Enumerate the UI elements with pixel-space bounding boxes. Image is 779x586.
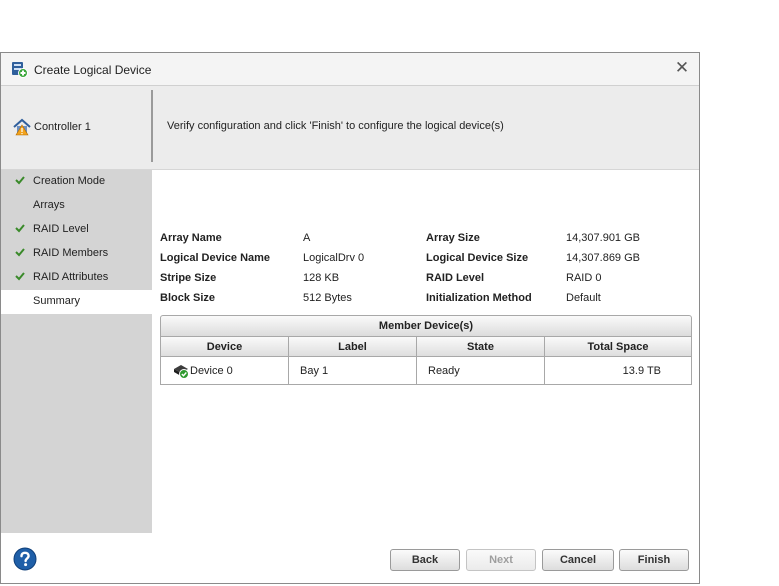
- prop-label-array-size: Array Size: [426, 232, 480, 244]
- column-header-device[interactable]: Device: [160, 337, 289, 357]
- prop-label-logical-device-name: Logical Device Name: [160, 252, 271, 264]
- prop-value-raid-level: RAID 0: [566, 272, 602, 284]
- drive-ready-icon: [174, 365, 189, 379]
- prop-value-array-size: 14,307.901 GB: [566, 232, 641, 244]
- prop-value-array-name: A: [303, 232, 311, 244]
- member-devices-title: Member Device(s): [160, 315, 692, 337]
- nav-step-label: RAID Attributes: [33, 271, 109, 283]
- nav-step-summary[interactable]: Summary: [1, 290, 152, 314]
- prop-value-block-size: 512 Bytes: [303, 292, 352, 304]
- finish-button[interactable]: Finish: [619, 549, 689, 571]
- check-icon: [15, 248, 25, 257]
- controller-label: Controller 1: [34, 121, 91, 133]
- help-icon[interactable]: [13, 547, 37, 571]
- prop-label-logical-device-size: Logical Device Size: [426, 252, 529, 264]
- nav-step-raid-members[interactable]: RAID Members: [1, 242, 152, 266]
- cancel-button[interactable]: Cancel: [542, 549, 614, 571]
- instruction-text: Verify configuration and click 'Finish' …: [167, 120, 504, 132]
- next-button[interactable]: Next: [466, 549, 536, 571]
- cell-state: Ready: [416, 357, 545, 385]
- prop-label-block-size: Block Size: [160, 292, 216, 304]
- prop-label-array-name: Array Name: [160, 232, 222, 244]
- prop-value-logical-device-name: LogicalDrv 0: [303, 252, 365, 264]
- logical-device-add-icon: [12, 62, 28, 78]
- prop-label-raid-level: RAID Level: [426, 272, 485, 284]
- create-logical-device-dialog: Create Logical Device ✕ Controller 1 Ver…: [0, 52, 700, 584]
- check-icon: [15, 272, 25, 281]
- nav-step-arrays[interactable]: Arrays: [1, 194, 152, 218]
- nav-step-creation-mode[interactable]: Creation Mode: [1, 170, 152, 194]
- close-icon[interactable]: ✕: [673, 59, 691, 77]
- nav-step-label: RAID Level: [33, 223, 89, 235]
- prop-value-logical-device-size: 14,307.869 GB: [566, 252, 641, 264]
- header-divider: [151, 90, 153, 162]
- summary-content: Array Name A Logical Device Name Logical…: [152, 170, 699, 533]
- dialog-titlebar: Create Logical Device ✕: [1, 53, 699, 86]
- check-icon: [15, 224, 25, 233]
- prop-value-stripe-size: 128 KB: [303, 272, 340, 284]
- prop-value-initialization-method: Default: [566, 292, 601, 304]
- wizard-footer: Back Next Cancel Finish: [1, 533, 699, 583]
- cell-device: Device 0: [160, 357, 289, 385]
- member-devices-table: Member Device(s) Device Label State Tota…: [160, 315, 692, 387]
- column-header-label[interactable]: Label: [288, 337, 417, 357]
- nav-step-raid-level[interactable]: RAID Level: [1, 218, 152, 242]
- nav-step-label: Arrays: [33, 199, 65, 211]
- dialog-title: Create Logical Device: [34, 63, 152, 77]
- column-header-state[interactable]: State: [416, 337, 545, 357]
- nav-step-raid-attributes[interactable]: RAID Attributes: [1, 266, 152, 290]
- back-button[interactable]: Back: [390, 549, 460, 571]
- nav-step-label: Creation Mode: [33, 175, 106, 187]
- prop-label-stripe-size: Stripe Size: [160, 272, 217, 284]
- wizard-step-nav: Creation Mode Arrays RAID Level RAID Mem…: [1, 170, 152, 533]
- check-icon: [15, 176, 25, 185]
- nav-step-label: RAID Members: [33, 247, 109, 259]
- controller-warning-icon: [13, 118, 31, 136]
- cell-label: Bay 1: [288, 357, 417, 385]
- nav-step-label: Summary: [33, 295, 81, 307]
- prop-label-initialization-method: Initialization Method: [426, 292, 532, 304]
- column-header-total-space[interactable]: Total Space: [544, 337, 692, 357]
- cell-total-space: 13.9 TB: [544, 357, 692, 385]
- wizard-header: Controller 1 Verify configuration and cl…: [1, 86, 699, 170]
- device-name: Device 0: [190, 365, 233, 377]
